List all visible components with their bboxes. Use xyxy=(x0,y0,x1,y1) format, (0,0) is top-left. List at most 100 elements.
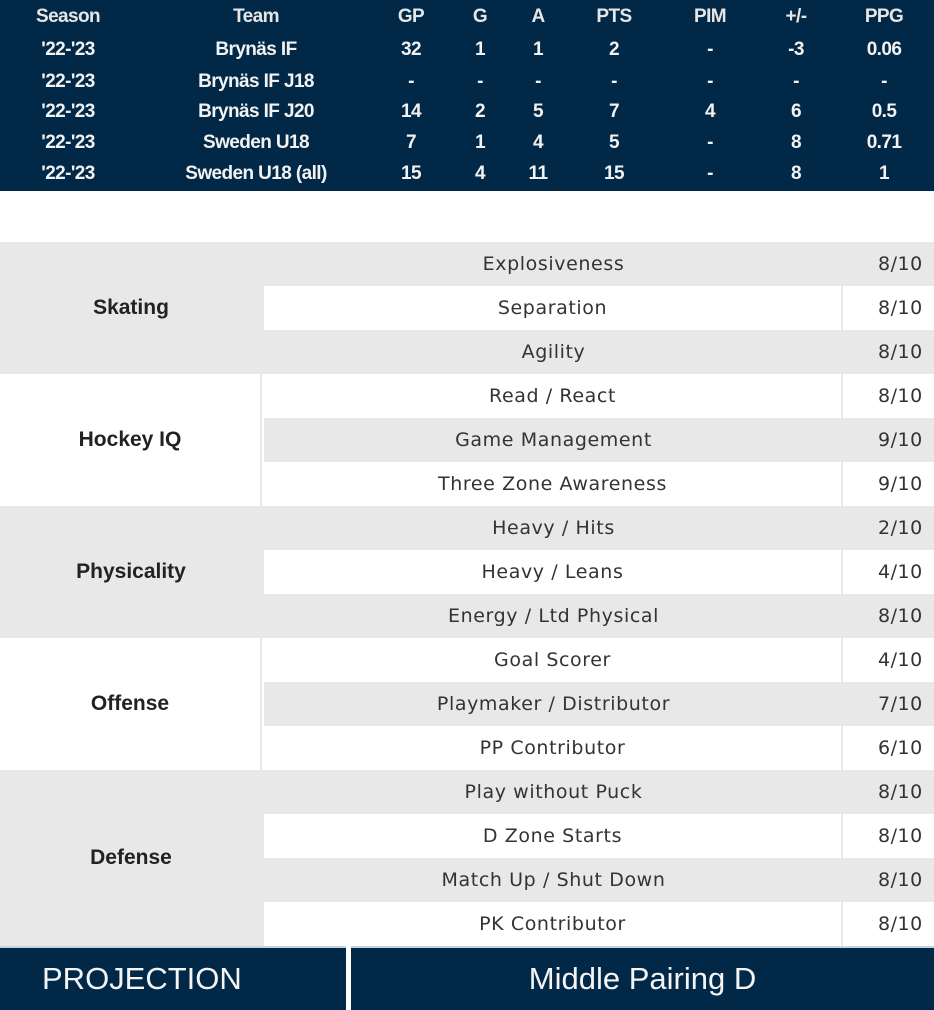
cell-plus-minus: -3 xyxy=(788,39,804,60)
cell-pts: 5 xyxy=(609,132,620,153)
rating-row: Match Up / Shut Down 8/10 xyxy=(264,858,934,902)
projection-value: Middle Pairing D xyxy=(528,961,757,996)
header-gp: GP xyxy=(397,6,425,27)
rating-label: PK Contributor xyxy=(264,902,843,946)
cell-a: 11 xyxy=(528,163,548,184)
rating-row: Energy / Ltd Physical 8/10 xyxy=(264,594,934,638)
cell-pts: 2 xyxy=(609,39,620,60)
cell-gp: 14 xyxy=(401,101,422,122)
cell-season: '22-'23 xyxy=(41,132,95,153)
rating-row: Explosiveness 8/10 xyxy=(264,242,934,286)
rating-label: Energy / Ltd Physical xyxy=(447,605,660,627)
rating-group-defense: Defense Play without Puck 8/10 D Zone Start… xyxy=(0,770,934,946)
rating-label: Read / React xyxy=(264,374,843,418)
category-label: Offense xyxy=(0,638,262,770)
rating-row: Three Zone Awareness 9/10 xyxy=(264,462,934,506)
skill-ratings-table: Skating Explosiveness 8/10 Separation 8/10 Ag… xyxy=(0,242,934,946)
cell-season: '22-'23 xyxy=(41,163,95,184)
stats-row: '22-'23 Sweden U18 7 1 4 5 - 8 0.71 xyxy=(0,127,934,158)
rating-score: 8/10 xyxy=(878,385,923,407)
rating-score: 4/10 xyxy=(878,561,923,583)
cell-g: 4 xyxy=(475,163,486,184)
cell-ppg: 0.71 xyxy=(866,132,902,153)
cell-a: - xyxy=(535,71,541,92)
cell-season: '22-'23 xyxy=(41,101,95,122)
cell-pim: - xyxy=(707,71,713,92)
header-g: G xyxy=(472,6,488,27)
category-label: Skating xyxy=(93,296,169,319)
cell-a: 1 xyxy=(533,39,544,60)
cell-ppg: 0.06 xyxy=(866,39,902,60)
rating-row: Heavy / Leans 4/10 xyxy=(264,550,934,594)
cell-plus-minus: 8 xyxy=(791,132,802,153)
cell-ppg: 1 xyxy=(879,163,890,184)
cell-a: 5 xyxy=(533,101,544,122)
rating-score: 8/10 xyxy=(878,341,923,363)
cell-gp: - xyxy=(408,71,414,92)
rating-row: Goal Scorer 4/10 xyxy=(264,638,934,682)
rating-group-hockey-iq: Hockey IQ Read / React 8/10 Game Management… xyxy=(0,374,934,506)
rating-label: PP Contributor xyxy=(264,726,843,770)
stats-row: '22-'23 Brynäs IF 32 1 1 2 - -3 0.06 xyxy=(0,34,934,65)
rating-group-offense: Offense Goal Scorer 4/10 Playmaker / Distri… xyxy=(0,638,934,770)
cell-season: '22-'23 xyxy=(41,39,95,60)
rating-row: Playmaker / Distributor 7/10 xyxy=(264,682,934,726)
stats-row: '22-'23 Sweden U18 (all) 15 4 11 15 - 8 1 xyxy=(0,158,934,189)
rating-label: Play without Puck xyxy=(464,781,643,803)
rating-group-physicality: Physicality Heavy / Hits 2/10 Heavy / Leans… xyxy=(0,506,934,638)
cell-plus-minus: 6 xyxy=(791,101,802,122)
rating-score: 2/10 xyxy=(878,517,923,539)
cell-gp: 7 xyxy=(406,132,417,153)
rating-label: Playmaker / Distributor xyxy=(436,693,671,715)
rating-score: 8/10 xyxy=(878,781,923,803)
cell-pim: - xyxy=(707,163,713,184)
rating-label: Explosiveness xyxy=(482,253,625,275)
rating-row: Separation 8/10 xyxy=(264,286,934,330)
rating-score: 8/10 xyxy=(878,297,923,319)
header-pim: PIM xyxy=(694,6,727,27)
rating-score: 9/10 xyxy=(878,429,923,451)
projection-label-cell: PROJECTION xyxy=(0,946,346,1010)
rating-label: Goal Scorer xyxy=(264,638,843,682)
stats-header-row: Season Team GP G A PTS PIM +/- PPG xyxy=(0,1,934,32)
rating-label: D Zone Starts xyxy=(264,814,843,858)
cell-plus-minus: 8 xyxy=(791,163,802,184)
cell-ppg: - xyxy=(881,71,887,92)
cell-pim: - xyxy=(707,132,713,153)
cell-gp: 32 xyxy=(401,39,422,60)
header-plus-minus: +/- xyxy=(785,6,808,27)
header-season: Season xyxy=(36,6,101,27)
rating-score: 9/10 xyxy=(878,473,923,495)
rating-label: Heavy / Leans xyxy=(264,550,843,594)
projection-label: PROJECTION xyxy=(42,961,242,996)
category-label: Physicality xyxy=(76,560,186,583)
cell-g: - xyxy=(477,71,483,92)
rating-group-skating: Skating Explosiveness 8/10 Separation 8/10 Ag… xyxy=(0,242,934,374)
cell-a: 4 xyxy=(533,132,544,153)
rating-row: Play without Puck 8/10 xyxy=(264,770,934,814)
rating-row: PP Contributor 6/10 xyxy=(264,726,934,770)
rating-row: Heavy / Hits 2/10 xyxy=(264,506,934,550)
rating-label: Heavy / Hits xyxy=(492,517,615,539)
cell-pim: 4 xyxy=(705,101,716,122)
stats-row: '22-'23 Brynäs IF J20 14 2 5 7 4 6 0.5 xyxy=(0,96,934,127)
rating-label: Match Up / Shut Down xyxy=(441,869,666,891)
cell-g: 1 xyxy=(475,132,486,153)
header-ppg: PPG xyxy=(864,6,904,27)
rating-score: 8/10 xyxy=(878,913,923,935)
cell-team: Sweden U18 (all) xyxy=(185,163,327,184)
cell-plus-minus: - xyxy=(793,71,799,92)
header-pts: PTS xyxy=(596,6,632,27)
rating-score: 8/10 xyxy=(878,605,923,627)
cell-pim: - xyxy=(707,39,713,60)
cell-pts: - xyxy=(611,71,617,92)
rating-label: Game Management xyxy=(455,429,652,451)
cell-team: Brynäs IF J20 xyxy=(198,101,314,122)
rating-score: 6/10 xyxy=(878,737,923,759)
cell-pts: 15 xyxy=(604,163,625,184)
rating-row: Read / React 8/10 xyxy=(264,374,934,418)
category-label: Hockey IQ xyxy=(0,374,262,506)
rating-row: PK Contributor 8/10 xyxy=(264,902,934,946)
rating-score: 8/10 xyxy=(878,825,923,847)
rating-row: Agility 8/10 xyxy=(264,330,934,374)
